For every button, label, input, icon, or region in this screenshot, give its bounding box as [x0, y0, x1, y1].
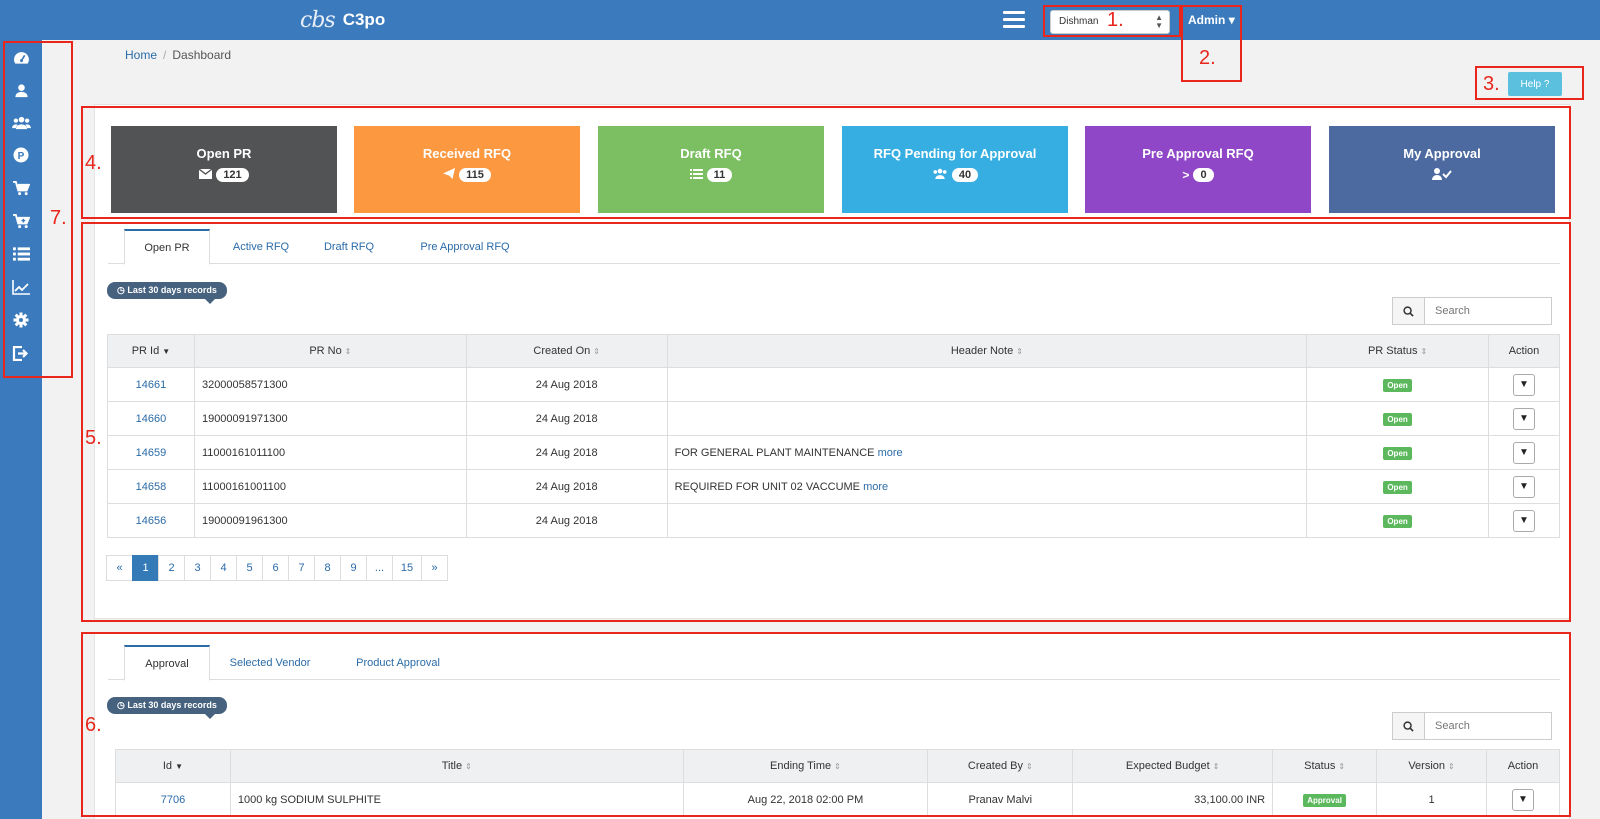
annotation-box-5 — [81, 222, 1571, 622]
app-logo[interactable]: cbs C3po — [300, 7, 386, 33]
annotation-box-6 — [81, 632, 1571, 817]
hamburger-menu-icon[interactable] — [1003, 11, 1025, 29]
annotation-box-2 — [1181, 5, 1242, 82]
breadcrumb: Home / Dashboard — [125, 48, 231, 62]
annotation-number-1: 1. — [1107, 9, 1124, 31]
top-navbar: cbs C3po Dishman ▲ ▼ Admin ▾ — [0, 0, 1600, 40]
breadcrumb-home-link[interactable]: Home — [125, 48, 157, 62]
annotation-number-2: 2. — [1199, 47, 1216, 69]
logo-mark: cbs — [300, 7, 336, 33]
annotation-number-4: 4. — [85, 152, 102, 174]
breadcrumb-separator: / — [163, 48, 167, 62]
annotation-number-3: 3. — [1483, 73, 1500, 95]
annotation-number-5: 5. — [85, 427, 102, 449]
annotation-number-7: 7. — [50, 207, 67, 229]
annotation-box-4 — [81, 106, 1571, 219]
breadcrumb-current: Dashboard — [172, 48, 232, 62]
annotation-number-6: 6. — [85, 714, 102, 736]
app-name: C3po — [342, 10, 386, 29]
